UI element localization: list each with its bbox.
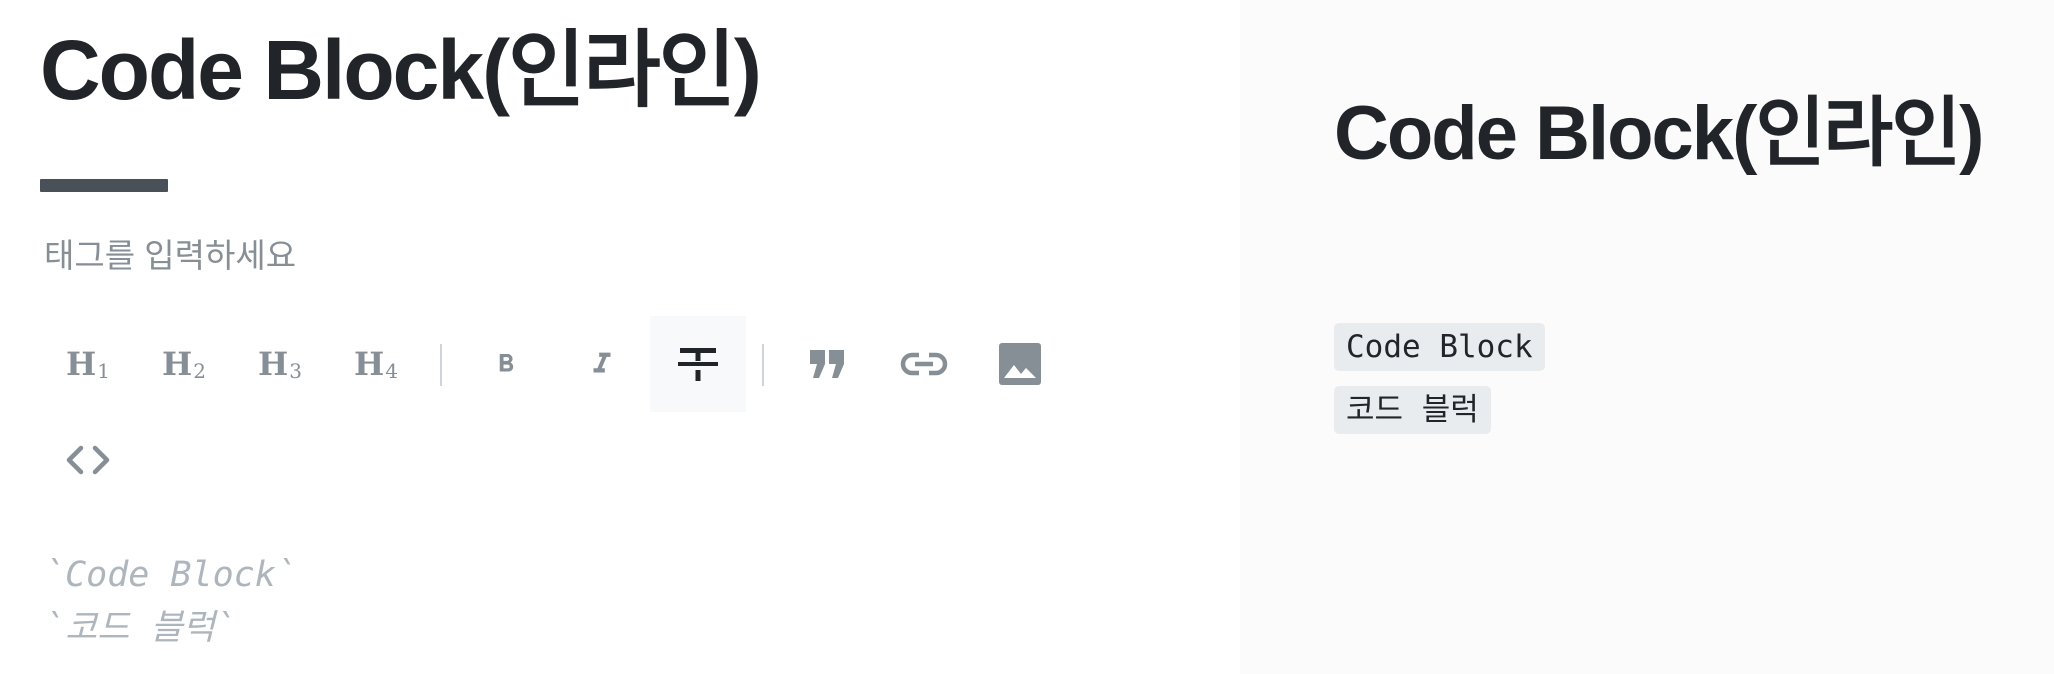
heading3-button[interactable]: H3 [232, 316, 328, 412]
heading2-icon: H2 [162, 344, 206, 383]
code-icon [66, 445, 110, 475]
link-icon [900, 352, 948, 376]
editor-pane: Code Block(인라인) H1 H2 H3 H4 [0, 0, 1240, 674]
preview-pane: Code Block(인라인) Code Block 코드 블럭 [1240, 0, 2054, 674]
link-button[interactable] [876, 316, 972, 412]
inline-code: 코드 블럭 [1334, 386, 1491, 434]
image-button[interactable] [972, 316, 1068, 412]
preview-title: Code Block(인라인) [1334, 91, 1984, 176]
strikethrough-button[interactable] [650, 316, 746, 412]
heading4-icon: H4 [354, 344, 398, 383]
strikethrough-icon [678, 348, 718, 381]
quote-icon [810, 350, 844, 378]
content-line[interactable]: `코드 블럭` [44, 603, 236, 653]
italic-icon [593, 352, 611, 373]
content-line[interactable]: `Code Block` [44, 550, 297, 600]
heading1-button[interactable]: H1 [40, 316, 136, 412]
toolbar-separator [440, 344, 442, 386]
heading3-icon: H3 [258, 344, 302, 383]
heading2-button[interactable]: H2 [136, 316, 232, 412]
code-button[interactable] [40, 412, 136, 508]
heading1-icon: H1 [66, 344, 110, 383]
italic-button[interactable] [554, 316, 650, 412]
image-icon [999, 343, 1041, 385]
quote-button[interactable] [780, 316, 876, 412]
toolbar-separator [762, 344, 764, 386]
tag-input[interactable] [44, 231, 544, 281]
bold-icon [499, 354, 514, 372]
bold-button[interactable] [458, 316, 554, 412]
title-input[interactable]: Code Block(인라인) [40, 18, 762, 122]
heading4-button[interactable]: H4 [328, 316, 424, 412]
title-divider [40, 179, 168, 192]
inline-code: Code Block [1334, 323, 1545, 371]
